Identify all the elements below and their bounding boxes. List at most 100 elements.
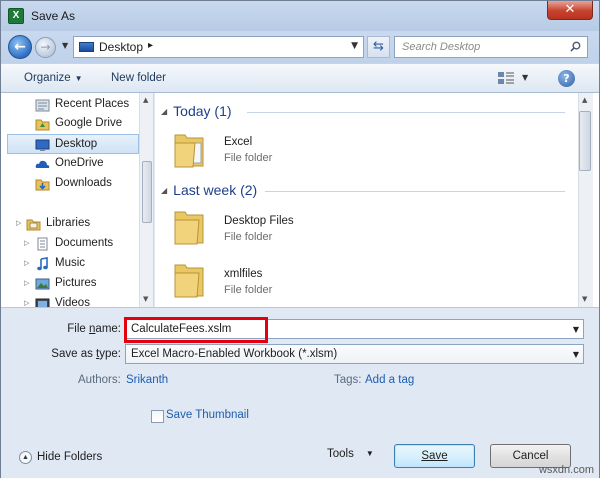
address-location[interactable]: Desktop bbox=[99, 40, 143, 54]
organize-button[interactable]: Organize ▼ bbox=[24, 72, 83, 84]
collapse-up-icon: ▲ bbox=[19, 451, 32, 464]
file-name-highlight-box bbox=[124, 317, 268, 343]
recent-places-icon bbox=[35, 99, 50, 112]
save-button[interactable]: Save bbox=[394, 444, 475, 468]
window-title: Save As bbox=[31, 9, 76, 23]
save-thumbnail-label[interactable]: Save Thumbnail bbox=[166, 409, 249, 421]
search-input[interactable]: Search Desktop bbox=[394, 36, 588, 58]
address-bar[interactable]: Desktop ▸ ▼ bbox=[73, 36, 364, 58]
save-as-type-select[interactable]: Excel Macro-Enabled Workbook (*.xlsm) ▼ bbox=[125, 344, 584, 364]
folder-icon bbox=[174, 134, 204, 168]
view-options-dropdown-icon[interactable]: ▼ bbox=[522, 73, 528, 82]
search-icon[interactable] bbox=[570, 41, 581, 52]
tools-dropdown-icon: ▼ bbox=[365, 449, 374, 458]
tags-value[interactable]: Add a tag bbox=[365, 374, 414, 386]
sidebar-item-pictures[interactable]: ▷ Pictures bbox=[1, 274, 139, 294]
sidebar-item-videos[interactable]: ▷ Videos bbox=[1, 294, 139, 307]
save-as-type-dropdown-icon[interactable]: ▼ bbox=[573, 350, 579, 359]
expand-icon[interactable]: ▷ bbox=[24, 239, 29, 247]
hide-folders-label: Hide Folders bbox=[37, 451, 103, 463]
navigation-bar: ← → ▼ Desktop ▸ ▼ ⇆ Search Desktop bbox=[1, 31, 599, 63]
sidebar-item-desktop[interactable]: Desktop bbox=[7, 134, 139, 154]
refresh-button[interactable]: ⇆ bbox=[367, 36, 390, 58]
organize-dropdown-icon: ▼ bbox=[74, 74, 83, 83]
file-name: Excel bbox=[224, 136, 253, 148]
sidebar-item-label: OneDrive bbox=[55, 157, 104, 169]
save-as-type-label: Save as type: bbox=[41, 348, 121, 360]
sidebar-item-label: Desktop bbox=[55, 138, 98, 150]
tools-button[interactable]: Tools ▼ bbox=[327, 448, 374, 460]
authors-value[interactable]: Srikanth bbox=[126, 374, 168, 386]
expand-icon[interactable]: ▷ bbox=[24, 259, 29, 267]
file-list-pane: ◢ Today (1) Excel File folder ◢ Last week … bbox=[155, 93, 599, 307]
tools-label: Tools bbox=[327, 448, 354, 460]
excel-app-icon: X bbox=[8, 8, 24, 24]
new-folder-button[interactable]: New folder bbox=[111, 72, 166, 84]
onedrive-icon bbox=[35, 160, 50, 168]
sidebar-item-libraries[interactable]: ▷ Libraries bbox=[1, 214, 139, 234]
sidebar-item-label: Downloads bbox=[55, 177, 112, 189]
address-dropdown-icon[interactable]: ▼ bbox=[351, 41, 358, 51]
scroll-up-icon[interactable]: ▲ bbox=[582, 96, 587, 104]
navigation-pane: Recent Places Google Drive Desktop OneDr… bbox=[1, 93, 154, 307]
save-as-dialog: X Save As ✕ ← → ▼ Desktop ▸ ▼ ⇆ Search D… bbox=[0, 0, 600, 478]
tags-label: Tags: bbox=[334, 374, 362, 386]
file-type: File folder bbox=[224, 152, 273, 164]
close-button[interactable]: ✕ bbox=[547, 1, 593, 20]
file-name-label-text: File bbox=[67, 323, 90, 335]
navigation-pane-scrollbar[interactable]: ▲ ▼ bbox=[139, 93, 153, 307]
sidebar-item-music[interactable]: ▷ Music bbox=[1, 254, 139, 274]
sidebar-item-label: Documents bbox=[55, 237, 114, 249]
desktop-icon bbox=[35, 139, 50, 151]
file-list-scrollbar[interactable]: ▲ ▼ bbox=[572, 93, 599, 307]
group-header-today[interactable]: ◢ Today (1) bbox=[161, 103, 232, 119]
expand-icon[interactable]: ▷ bbox=[24, 279, 29, 287]
save-type-label-text: Save as bbox=[51, 348, 97, 360]
group-divider bbox=[247, 112, 565, 113]
scroll-down-icon[interactable]: ▼ bbox=[143, 295, 148, 303]
desktop-location-icon bbox=[79, 42, 94, 52]
title-bar[interactable]: X Save As ✕ bbox=[1, 1, 599, 31]
watermark-text: wsxdn.com bbox=[538, 464, 594, 476]
music-icon bbox=[37, 257, 48, 271]
scrollbar-thumb[interactable] bbox=[142, 161, 152, 223]
sidebar-item-recent-places[interactable]: Recent Places bbox=[1, 95, 139, 115]
expand-icon[interactable]: ▷ bbox=[16, 219, 21, 227]
file-name-label: File name: bbox=[41, 323, 121, 335]
google-drive-icon bbox=[35, 119, 50, 131]
authors-label: Authors: bbox=[78, 374, 121, 386]
save-thumbnail-checkbox[interactable] bbox=[151, 410, 164, 423]
file-name-dropdown-icon[interactable]: ▼ bbox=[573, 325, 579, 334]
sidebar-item-documents[interactable]: ▷ Documents bbox=[1, 234, 139, 254]
group-header-last-week[interactable]: ◢ Last week (2) bbox=[161, 182, 257, 198]
breadcrumb-separator-icon[interactable]: ▸ bbox=[148, 40, 153, 51]
scroll-up-icon[interactable]: ▲ bbox=[143, 96, 148, 104]
sidebar-item-label: Recent Places bbox=[55, 98, 130, 110]
save-type-label-text-end: ype: bbox=[99, 348, 121, 360]
videos-icon bbox=[35, 298, 50, 307]
file-name: Desktop Files bbox=[224, 215, 294, 227]
expand-icon[interactable]: ▷ bbox=[24, 299, 29, 307]
group-header-label: Today (1) bbox=[173, 103, 232, 119]
sidebar-item-google-drive[interactable]: Google Drive bbox=[1, 114, 139, 134]
folder-icon bbox=[174, 264, 204, 298]
back-button[interactable]: ← bbox=[8, 35, 32, 59]
help-button[interactable]: ? bbox=[558, 70, 575, 87]
collapse-group-icon[interactable]: ◢ bbox=[161, 107, 167, 116]
sidebar-item-label: Google Drive bbox=[55, 117, 123, 129]
recent-pages-dropdown-icon[interactable]: ▼ bbox=[62, 41, 68, 50]
save-button-label: Save bbox=[421, 450, 448, 462]
file-name: xmlfiles bbox=[224, 268, 263, 280]
downloads-icon bbox=[35, 179, 50, 191]
forward-button[interactable]: → bbox=[35, 37, 56, 58]
sidebar-item-onedrive[interactable]: OneDrive bbox=[1, 154, 139, 174]
command-bar: Organize ▼ New folder ▼ ? bbox=[1, 63, 599, 93]
group-divider bbox=[265, 191, 565, 192]
collapse-group-icon[interactable]: ◢ bbox=[161, 186, 167, 195]
scrollbar-thumb[interactable] bbox=[579, 111, 591, 171]
scroll-down-icon[interactable]: ▼ bbox=[582, 295, 587, 303]
change-view-icon[interactable] bbox=[497, 70, 515, 86]
save-as-type-value: Excel Macro-Enabled Workbook (*.xlsm) bbox=[131, 348, 338, 360]
sidebar-item-downloads[interactable]: Downloads bbox=[1, 174, 139, 194]
file-type: File folder bbox=[224, 231, 273, 243]
